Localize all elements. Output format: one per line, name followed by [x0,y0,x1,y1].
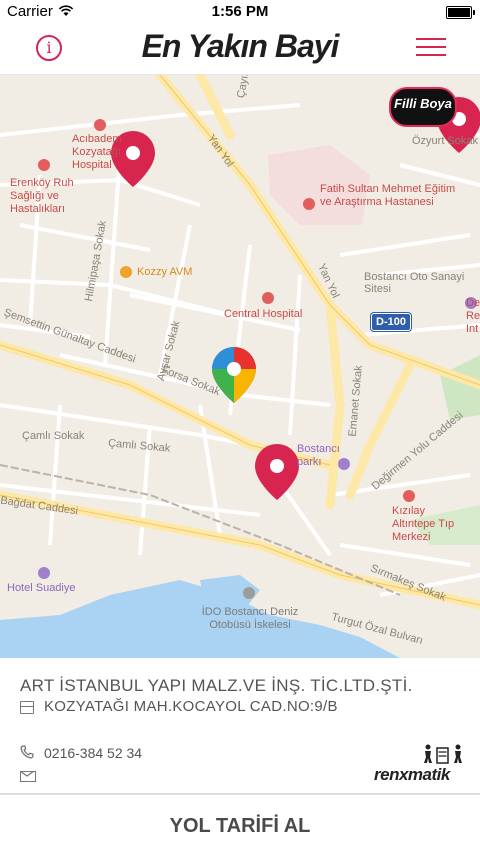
get-directions-label: YOL TARİFİ AL [169,815,311,837]
street-label: Çamlı Sokak [22,430,85,442]
poi-de-re[interactable]: De Re Int [466,297,480,336]
people-icon [424,744,462,764]
phone-icon [20,745,34,759]
poi-bostanci-park[interactable]: Bostancı parkı [297,443,340,469]
map-view[interactable]: Çayır Yan Yol Yan Yol Hilmipaşa Sokak Şe… [0,75,480,658]
dealer-info-card: ART İSTANBUL YAPI MALZ.VE İNŞ. TİC.LTD.Ş… [0,658,480,793]
battery-icon [446,6,475,19]
clock: 1:56 PM [211,3,269,20]
highway-shield: D-100 [371,313,411,331]
filli-boya-logo: Filli Boya [389,87,457,127]
renxmatik-logo: renxmatik [374,744,470,788]
address-icon [20,701,34,714]
poi-acibadem[interactable]: Acıbadem Kozyatağı Hospital [72,133,132,172]
filli-boya-logo-text: Filli Boya [394,96,452,111]
status-bar: Carrier 1:56 PM [0,0,480,24]
poi-kizilay[interactable]: Kızılay Altıntepe Tıp Merkezi [392,505,464,544]
mail-icon[interactable] [20,771,36,782]
poi-central-hospital[interactable]: Central Hospital [224,308,302,321]
street-label: Bostancı Oto Sanayi Sitesi [364,271,465,295]
poi-ido-bostanci[interactable]: İDO Bostancı Deniz Otobüsü İskelesi [200,606,300,632]
dealer-address: KOZYATAĞI MAH.KOCAYOL CAD.NO:9/B [44,698,338,715]
page-title: En Yakın Bayi [141,28,340,64]
navigation-bar: i En Yakın Bayi [0,24,480,75]
street-label: Özyurt Sokak [412,135,479,147]
poi-erenkoy[interactable]: Erenköy Ruh Sağlığı ve Hastalıkları [10,177,100,216]
hamburger-menu-icon[interactable] [416,38,446,58]
dealer-name: ART İSTANBUL YAPI MALZ.VE İNŞ. TİC.LTD.Ş… [20,676,413,695]
dealer-phone[interactable]: 0216-384 52 34 [44,745,142,761]
get-directions-button[interactable]: YOL TARİFİ AL [0,793,480,855]
poi-kozzy[interactable]: Kozzy AVM [137,266,192,278]
poi-hotel-suadiye[interactable]: Hotel Suadiye [7,582,76,595]
renxmatik-logo-text: renxmatik [374,765,450,784]
poi-fatih[interactable]: Fatih Sultan Mehmet Eğitim ve Araştırma … [320,183,460,209]
